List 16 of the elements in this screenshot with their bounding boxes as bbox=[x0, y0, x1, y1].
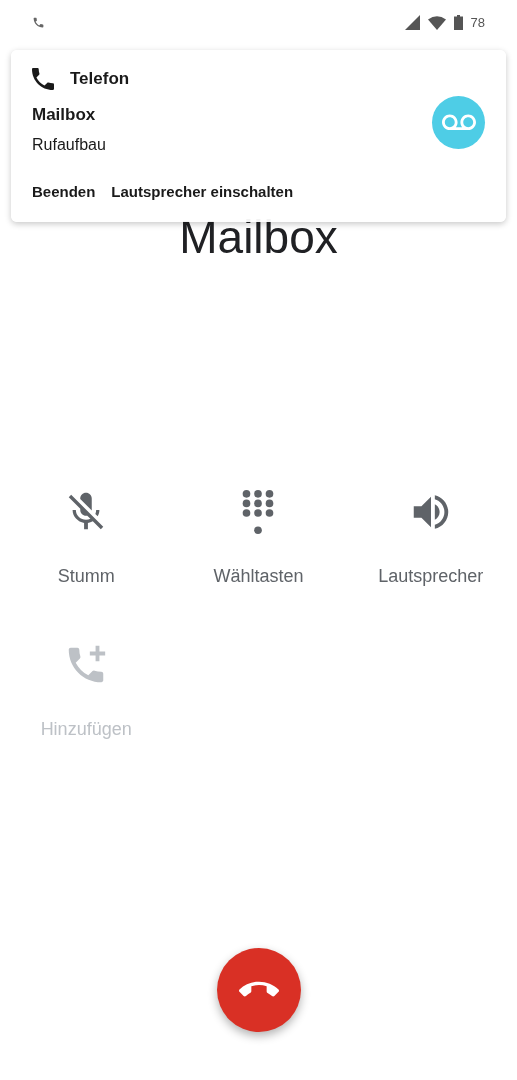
call-control-button[interactable]: Wähltasten bbox=[172, 488, 345, 590]
notification-action[interactable]: Beenden bbox=[32, 181, 96, 204]
phone-icon bbox=[32, 16, 45, 29]
battery-level: 78 bbox=[470, 13, 485, 32]
notification-action[interactable]: Lautsprecher einschalten bbox=[111, 181, 294, 204]
call-control-button[interactable]: Lautsprecher bbox=[344, 488, 517, 590]
end-call-button[interactable] bbox=[217, 948, 301, 1032]
signal-icon bbox=[404, 15, 420, 30]
call-control-button[interactable]: Stumm bbox=[0, 488, 173, 590]
app-name: Telefon bbox=[70, 68, 130, 90]
phone-icon bbox=[32, 67, 54, 90]
call-notification[interactable]: Telefon Mailbox Rufaufbau Beenden Lautsprecher einschalten bbox=[11, 50, 506, 222]
notification-title: Mailbox bbox=[32, 103, 96, 126]
notification-text: Rufaufbau bbox=[32, 135, 106, 155]
battery-icon bbox=[453, 15, 463, 30]
wifi-icon bbox=[427, 15, 446, 30]
